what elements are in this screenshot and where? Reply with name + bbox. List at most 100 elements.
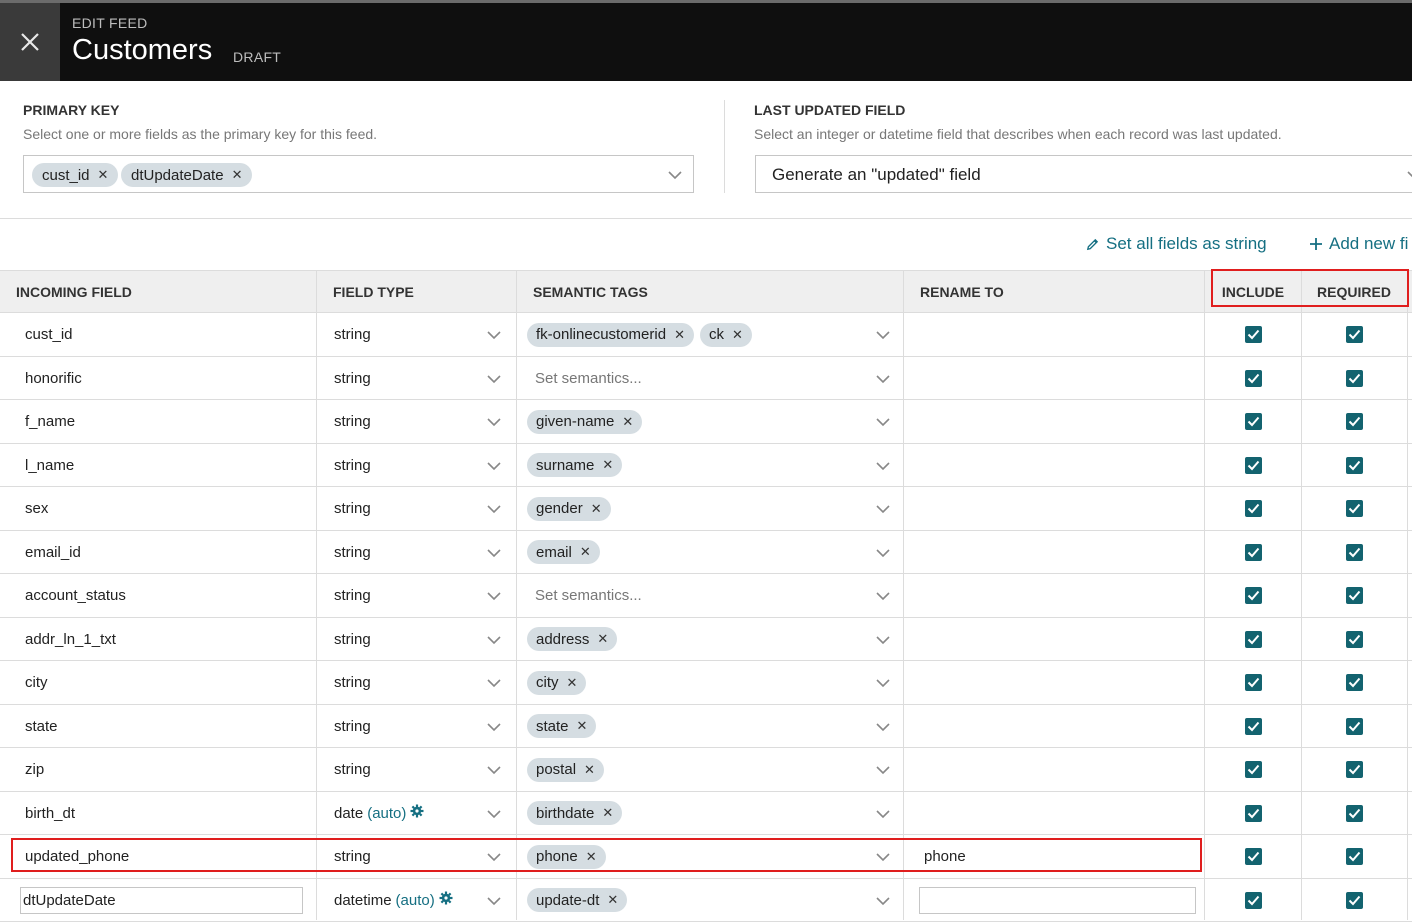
- chevron-down-icon[interactable]: [875, 459, 891, 478]
- semantic-tags-select[interactable]: surname✕: [527, 444, 622, 487]
- column-header[interactable]: FIELD TYPE: [317, 271, 516, 313]
- chevron-down-icon[interactable]: [1406, 167, 1412, 183]
- required-checkbox[interactable]: [1346, 457, 1363, 474]
- field-type-select[interactable]: string: [334, 400, 371, 443]
- semantic-tags-select[interactable]: phone✕: [527, 835, 606, 878]
- chevron-down-icon[interactable]: [486, 894, 502, 913]
- chevron-down-icon[interactable]: [486, 328, 502, 347]
- include-checkbox[interactable]: [1245, 457, 1262, 474]
- chevron-down-icon[interactable]: [875, 372, 891, 391]
- chevron-down-icon[interactable]: [875, 720, 891, 739]
- semantic-tags-select[interactable]: state✕: [527, 705, 596, 748]
- rename-field[interactable]: phone: [924, 835, 966, 878]
- include-checkbox[interactable]: [1245, 500, 1262, 517]
- required-checkbox[interactable]: [1346, 326, 1363, 343]
- remove-tag-icon[interactable]: ✕: [607, 892, 618, 908]
- remove-tag-icon[interactable]: ✕: [98, 167, 109, 183]
- remove-tag-icon[interactable]: ✕: [602, 457, 613, 473]
- required-checkbox[interactable]: [1346, 413, 1363, 430]
- field-type-select[interactable]: string: [334, 574, 371, 617]
- remove-tag-icon[interactable]: ✕: [622, 414, 633, 430]
- chevron-down-icon[interactable]: [875, 763, 891, 782]
- include-checkbox[interactable]: [1245, 544, 1262, 561]
- chevron-down-icon[interactable]: [486, 372, 502, 391]
- semantic-tags-select[interactable]: address✕: [527, 618, 617, 661]
- include-checkbox[interactable]: [1245, 848, 1262, 865]
- field-type-select[interactable]: date(auto): [334, 792, 424, 835]
- field-type-select[interactable]: string: [334, 835, 371, 878]
- semantic-tags-select[interactable]: given-name✕: [527, 400, 642, 443]
- semantic-tags-select[interactable]: update-dt✕: [527, 879, 627, 922]
- chevron-down-icon[interactable]: [486, 763, 502, 782]
- field-type-select[interactable]: string: [334, 618, 371, 661]
- incoming-field-input[interactable]: dtUpdateDate: [20, 887, 303, 914]
- include-checkbox[interactable]: [1245, 631, 1262, 648]
- chevron-down-icon[interactable]: [875, 589, 891, 608]
- chevron-down-icon[interactable]: [486, 720, 502, 739]
- chevron-down-icon[interactable]: [875, 502, 891, 521]
- chevron-down-icon[interactable]: [486, 502, 502, 521]
- semantic-tags-select[interactable]: birthdate✕: [527, 792, 622, 835]
- required-checkbox[interactable]: [1346, 587, 1363, 604]
- chevron-down-icon[interactable]: [486, 807, 502, 826]
- column-header[interactable]: INCLUDE: [1205, 271, 1301, 313]
- required-checkbox[interactable]: [1346, 544, 1363, 561]
- chevron-down-icon[interactable]: [486, 589, 502, 608]
- column-header[interactable]: SEMANTIC TAGS: [517, 271, 903, 313]
- chevron-down-icon[interactable]: [486, 546, 502, 565]
- close-button[interactable]: [0, 3, 60, 81]
- gear-icon[interactable]: [410, 804, 424, 822]
- required-checkbox[interactable]: [1346, 370, 1363, 387]
- include-checkbox[interactable]: [1245, 413, 1262, 430]
- chevron-down-icon[interactable]: [875, 807, 891, 826]
- chevron-down-icon[interactable]: [875, 676, 891, 695]
- remove-tag-icon[interactable]: ✕: [232, 167, 243, 183]
- set-all-string-button[interactable]: Set all fields as string: [1085, 234, 1267, 254]
- field-type-select[interactable]: string: [334, 531, 371, 574]
- chevron-down-icon[interactable]: [875, 328, 891, 347]
- required-checkbox[interactable]: [1346, 718, 1363, 735]
- column-header[interactable]: INCOMING FIELD: [0, 271, 316, 313]
- primary-key-select[interactable]: cust_id ✕ dtUpdateDate ✕: [23, 155, 694, 193]
- last-updated-select[interactable]: Generate an "updated" field: [755, 155, 1412, 193]
- chevron-down-icon[interactable]: [875, 415, 891, 434]
- chevron-down-icon[interactable]: [667, 167, 683, 183]
- chevron-down-icon[interactable]: [875, 894, 891, 913]
- chevron-down-icon[interactable]: [486, 850, 502, 869]
- required-checkbox[interactable]: [1346, 848, 1363, 865]
- chevron-down-icon[interactable]: [875, 633, 891, 652]
- include-checkbox[interactable]: [1245, 805, 1262, 822]
- remove-tag-icon[interactable]: ✕: [732, 327, 743, 343]
- required-checkbox[interactable]: [1346, 805, 1363, 822]
- field-type-select[interactable]: string: [334, 748, 371, 791]
- semantic-tags-select[interactable]: Set semantics...: [527, 357, 642, 400]
- chevron-down-icon[interactable]: [875, 850, 891, 869]
- remove-tag-icon[interactable]: ✕: [580, 544, 591, 560]
- include-checkbox[interactable]: [1245, 892, 1262, 909]
- rename-input[interactable]: [919, 887, 1196, 914]
- chevron-down-icon[interactable]: [486, 459, 502, 478]
- semantic-tags-select[interactable]: city✕: [527, 661, 586, 704]
- semantic-tags-select[interactable]: gender✕: [527, 487, 611, 530]
- remove-tag-icon[interactable]: ✕: [597, 631, 608, 647]
- include-checkbox[interactable]: [1245, 587, 1262, 604]
- include-checkbox[interactable]: [1245, 326, 1262, 343]
- remove-tag-icon[interactable]: ✕: [584, 762, 595, 778]
- column-header[interactable]: RENAME TO: [904, 271, 1204, 313]
- required-checkbox[interactable]: [1346, 631, 1363, 648]
- chevron-down-icon[interactable]: [486, 633, 502, 652]
- remove-tag-icon[interactable]: ✕: [602, 805, 613, 821]
- field-type-select[interactable]: string: [334, 705, 371, 748]
- field-type-select[interactable]: string: [334, 444, 371, 487]
- add-new-field-button[interactable]: Add new fi: [1309, 234, 1408, 254]
- field-type-select[interactable]: datetime(auto): [334, 879, 453, 922]
- field-type-select[interactable]: string: [334, 357, 371, 400]
- remove-tag-icon[interactable]: ✕: [586, 849, 597, 865]
- semantic-tags-select[interactable]: fk-onlinecustomerid✕ck✕: [527, 313, 752, 356]
- chevron-down-icon[interactable]: [486, 676, 502, 695]
- remove-tag-icon[interactable]: ✕: [567, 675, 578, 691]
- field-type-select[interactable]: string: [334, 487, 371, 530]
- remove-tag-icon[interactable]: ✕: [577, 718, 588, 734]
- required-checkbox[interactable]: [1346, 674, 1363, 691]
- column-header[interactable]: REQUIRED: [1302, 271, 1406, 313]
